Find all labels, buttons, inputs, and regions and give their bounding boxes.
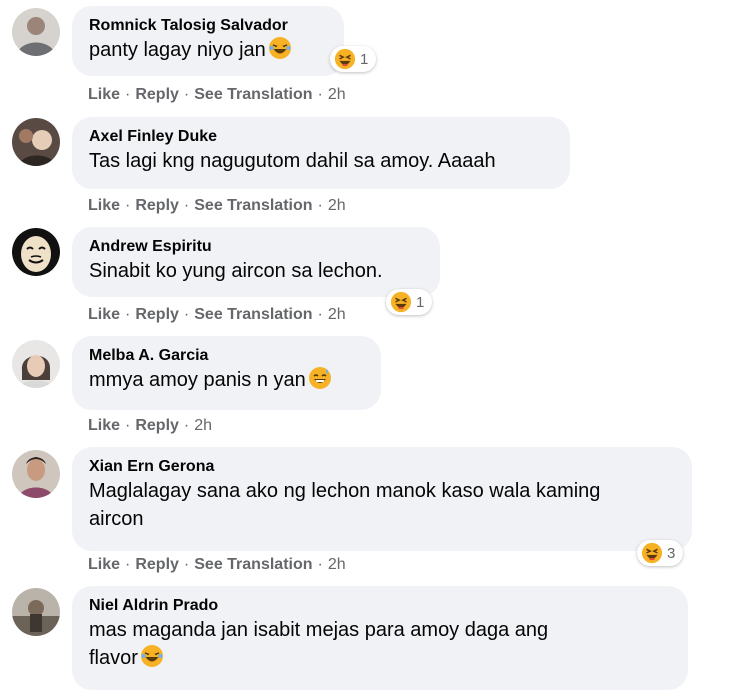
- comment-text: mmya amoy panis n yan: [89, 366, 365, 394]
- like-button[interactable]: Like: [88, 86, 120, 103]
- separator-dot: ·: [125, 556, 131, 573]
- separator-dot: ·: [317, 306, 323, 323]
- separator-dot: ·: [125, 306, 131, 323]
- like-button[interactable]: Like: [88, 417, 120, 434]
- separator-dot: ·: [183, 556, 190, 573]
- comment-bubble: Andrew Espiritu Sinabit ko yung aircon s…: [72, 227, 440, 297]
- reply-button[interactable]: Reply: [135, 197, 179, 214]
- see-translation-button[interactable]: See Translation: [194, 556, 312, 573]
- like-button[interactable]: Like: [88, 556, 120, 573]
- separator-dot: ·: [183, 86, 190, 103]
- laughing-tears-emoji-icon: [268, 37, 291, 59]
- separator-dot: ·: [125, 86, 131, 103]
- comment-actions: Like · Reply · See Translation · 2h: [88, 196, 346, 216]
- comment-bubble: Melba A. Garcia mmya amoy panis n yan: [72, 336, 381, 410]
- avatar[interactable]: [12, 228, 60, 276]
- avatar[interactable]: [12, 588, 60, 636]
- like-button[interactable]: Like: [88, 306, 120, 323]
- avatar[interactable]: [12, 450, 60, 498]
- avatar[interactable]: [12, 340, 60, 388]
- grinning-sweat-emoji-icon: [308, 367, 331, 389]
- comment-text: Sinabit ko yung aircon sa lechon.: [89, 260, 383, 282]
- comment-bubble: Xian Ern Gerona Maglalagay sana ako ng l…: [72, 447, 692, 551]
- reaction-count: 1: [360, 50, 369, 68]
- reply-button[interactable]: Reply: [135, 306, 179, 323]
- comment-actions: Like · Reply · See Translation · 2h: [88, 555, 346, 575]
- comment-time[interactable]: 2h: [328, 306, 346, 323]
- comment-bubble: Niel Aldrin Prado mas maganda jan isabit…: [72, 586, 688, 690]
- see-translation-button[interactable]: See Translation: [194, 306, 312, 323]
- comment-time[interactable]: 2h: [328, 86, 346, 103]
- comment-text-line-2: flavor: [89, 644, 672, 672]
- separator-dot: ·: [183, 306, 190, 323]
- separator-dot: ·: [317, 197, 323, 214]
- comment-author[interactable]: Romnick Talosig Salvador: [89, 16, 328, 36]
- comment-author[interactable]: Niel Aldrin Prado: [89, 596, 672, 616]
- comment-author[interactable]: Melba A. Garcia: [89, 346, 365, 366]
- comment-time[interactable]: 2h: [194, 417, 212, 434]
- comment-text: panty lagay niyo jan: [89, 36, 328, 64]
- comment-time[interactable]: 2h: [328, 197, 346, 214]
- comment-author[interactable]: Axel Finley Duke: [89, 127, 554, 147]
- haha-reaction-icon: [390, 291, 412, 313]
- separator-dot: ·: [183, 417, 190, 434]
- separator-dot: ·: [317, 556, 323, 573]
- comment-time[interactable]: 2h: [328, 556, 346, 573]
- reaction-count: 1: [416, 293, 425, 311]
- reply-button[interactable]: Reply: [135, 556, 179, 573]
- reply-button[interactable]: Reply: [135, 86, 179, 103]
- reaction-summary[interactable]: 1: [386, 289, 433, 315]
- comment-text-line-1: Maglalagay sana ako ng lechon manok kaso…: [89, 480, 601, 502]
- separator-dot: ·: [317, 86, 323, 103]
- separator-dot: ·: [125, 417, 131, 434]
- comment-text: Tas lagi kng nagugutom dahil sa amoy. Aa…: [89, 150, 496, 172]
- like-button[interactable]: Like: [88, 197, 120, 214]
- laughing-tears-emoji-icon: [140, 645, 163, 667]
- reaction-count: 3: [667, 544, 676, 562]
- haha-reaction-icon: [641, 542, 663, 564]
- comment-text-line-2: aircon: [89, 508, 144, 530]
- see-translation-button[interactable]: See Translation: [194, 86, 312, 103]
- reaction-summary[interactable]: 1: [330, 46, 377, 72]
- comment-bubble: Romnick Talosig Salvador panty lagay niy…: [72, 6, 344, 76]
- comment-actions: Like · Reply · See Translation · 2h: [88, 85, 346, 105]
- reply-button[interactable]: Reply: [135, 417, 179, 434]
- comment-bubble: Axel Finley Duke Tas lagi kng nagugutom …: [72, 117, 570, 189]
- comment-text-line-1: mas maganda jan isabit mejas para amoy d…: [89, 619, 549, 641]
- separator-dot: ·: [183, 197, 190, 214]
- separator-dot: ·: [125, 197, 131, 214]
- see-translation-button[interactable]: See Translation: [194, 197, 312, 214]
- reaction-summary[interactable]: 3: [637, 540, 684, 566]
- avatar[interactable]: [12, 118, 60, 166]
- comment-author[interactable]: Andrew Espiritu: [89, 237, 424, 257]
- comment-actions: Like · Reply · 2h: [88, 416, 212, 436]
- comment-author[interactable]: Xian Ern Gerona: [89, 457, 676, 477]
- haha-reaction-icon: [334, 48, 356, 70]
- comment-actions: Like · Reply · See Translation · 2h: [88, 305, 346, 325]
- avatar[interactable]: [12, 8, 60, 56]
